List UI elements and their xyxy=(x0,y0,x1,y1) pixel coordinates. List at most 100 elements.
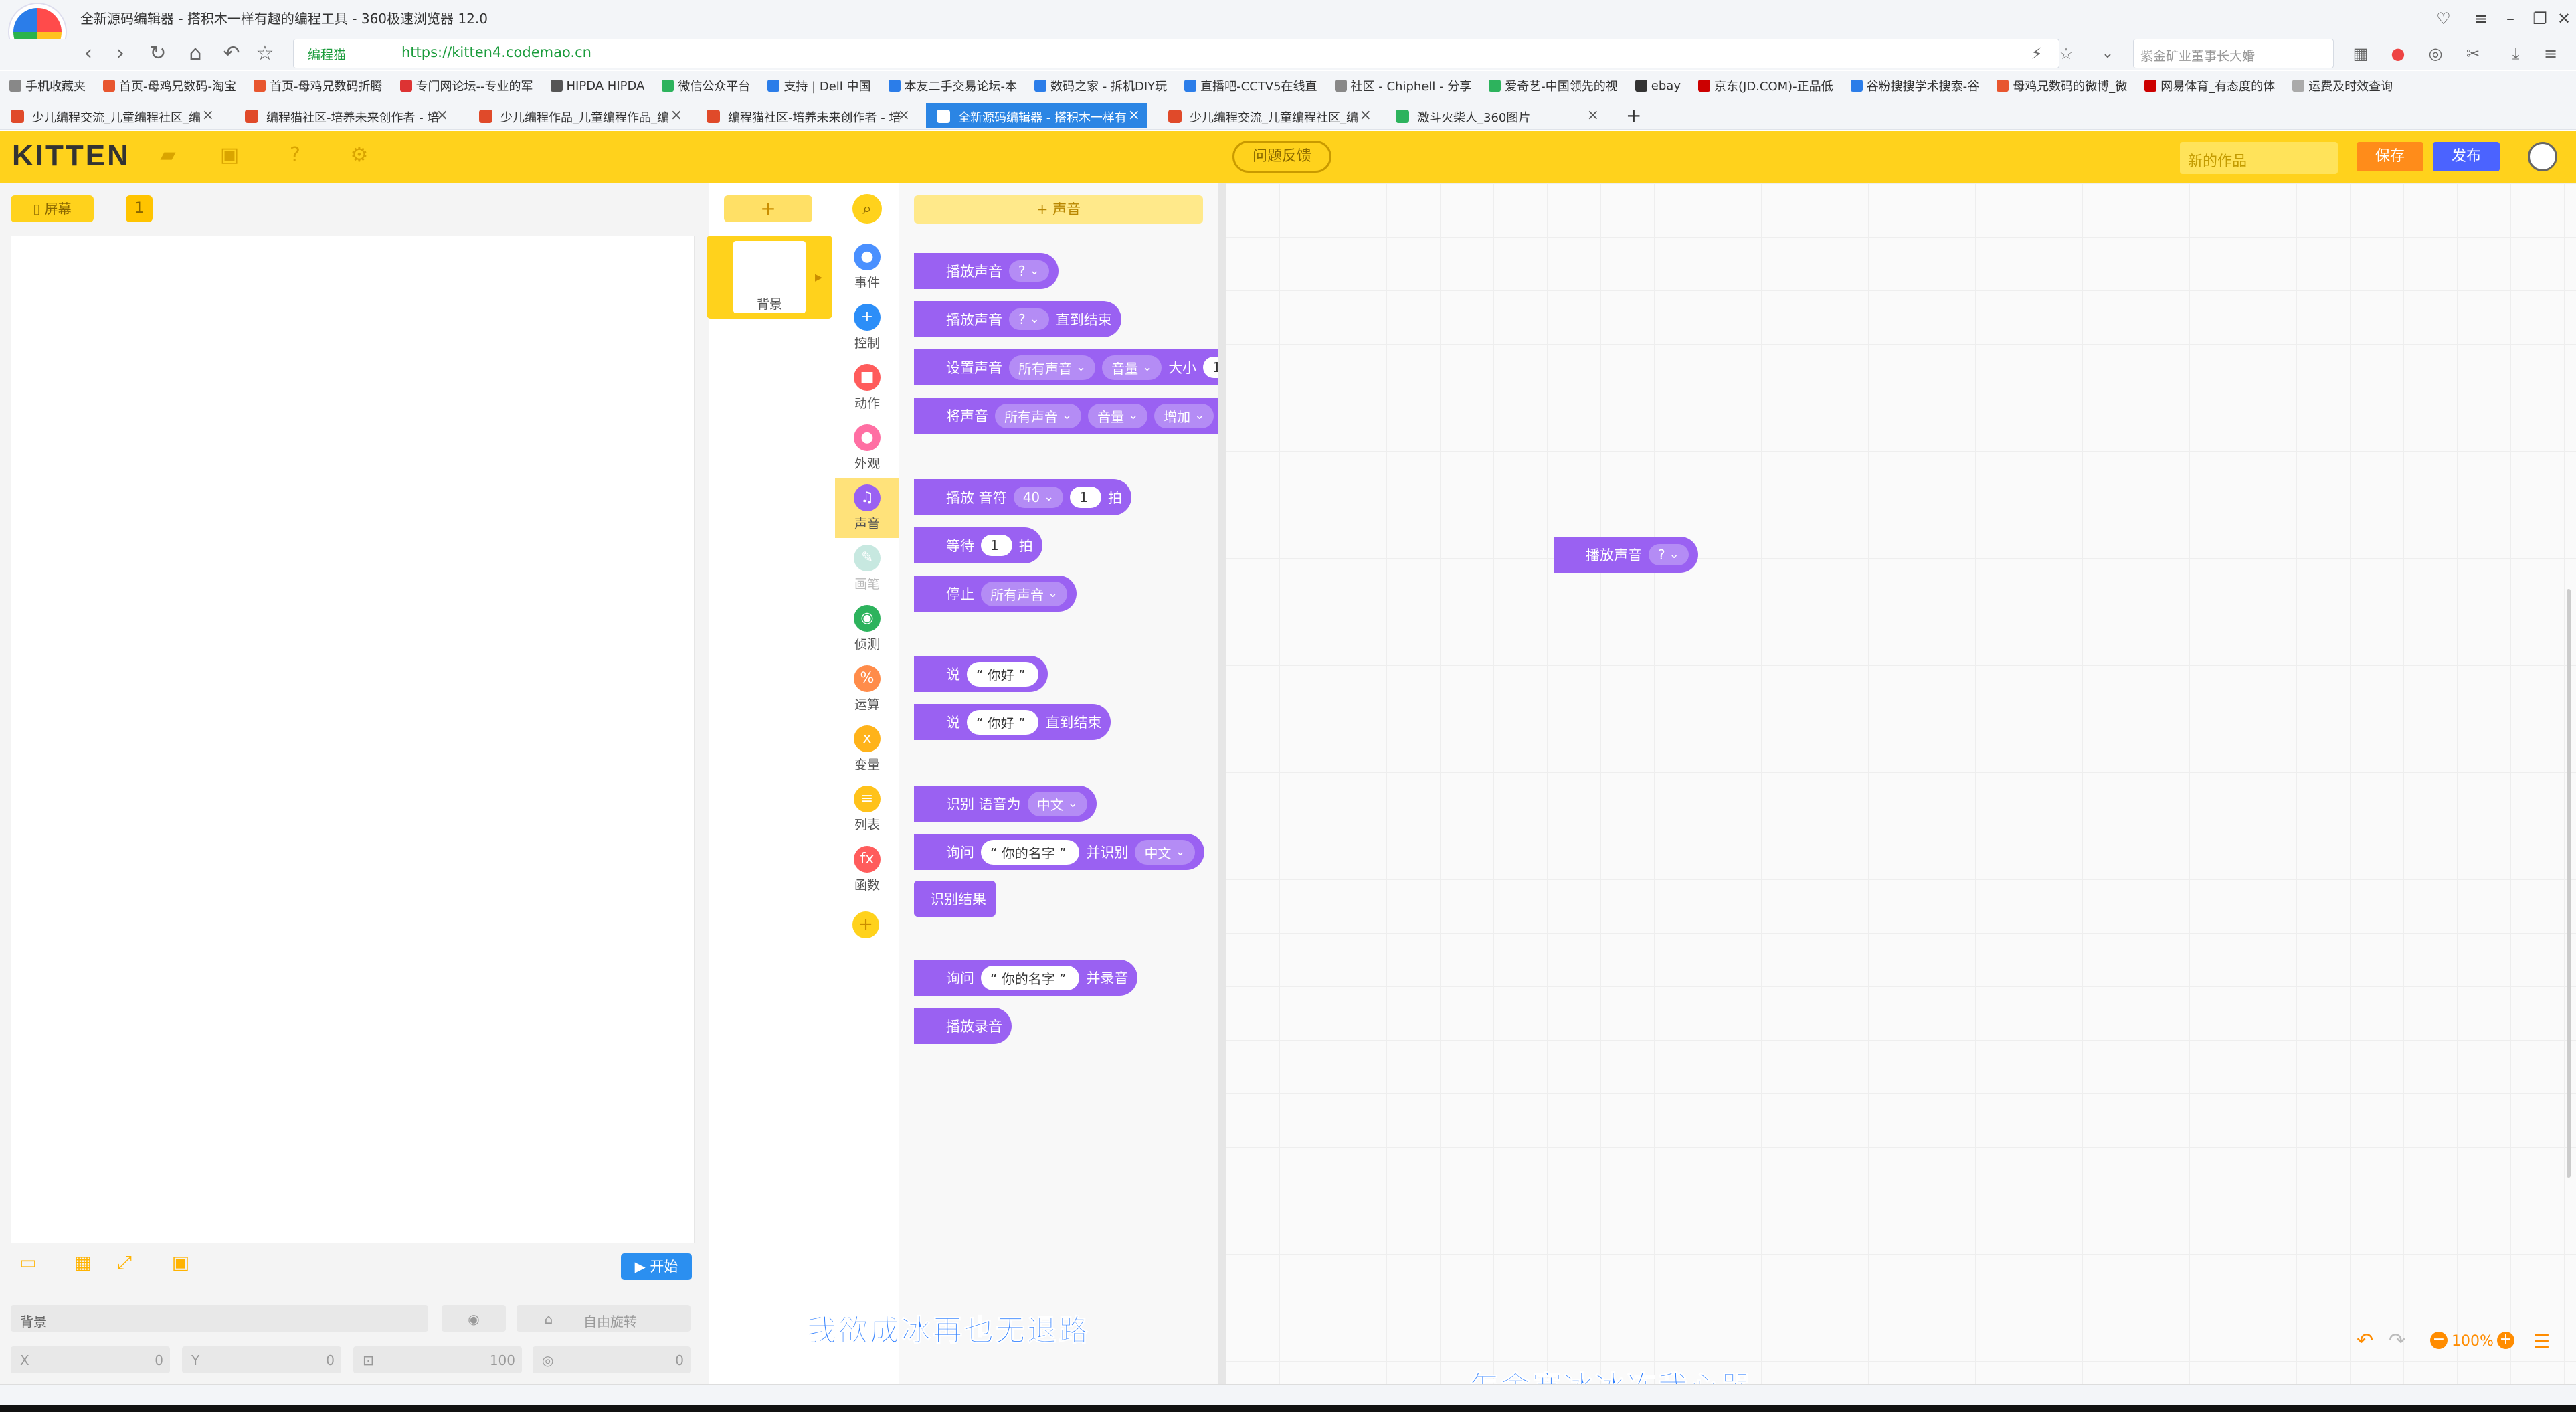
category-2[interactable]: ■ 动作 xyxy=(835,357,899,418)
tab-close-icon[interactable]: × xyxy=(202,107,214,124)
block-dropdown[interactable]: 40 xyxy=(1013,487,1064,508)
shirt-icon[interactable]: ♡ xyxy=(2430,7,2457,31)
bookmark-item[interactable]: 专门网论坛--专业的军 xyxy=(399,77,533,94)
screenshot-icon[interactable]: ▣ xyxy=(167,1251,194,1278)
palette-block[interactable]: 播放录音 xyxy=(914,1008,1012,1044)
screen-button[interactable]: ▯ 屏幕 xyxy=(11,195,94,222)
start-button[interactable]: ▶ 开始 xyxy=(621,1253,692,1280)
file-folder-icon[interactable]: ▰ xyxy=(151,143,185,173)
block-text-input[interactable]: “ 你的名字 ” xyxy=(981,965,1080,990)
help-icon[interactable]: ? xyxy=(278,143,312,173)
home-icon[interactable]: ⌂ xyxy=(182,40,209,67)
bookmark-item[interactable]: 谷粉搜搜学术搜索-谷 xyxy=(1850,77,1979,94)
palette-block[interactable]: 播放声音? 直到结束 xyxy=(914,301,1121,337)
fullscreen-icon[interactable]: ⤢ xyxy=(111,1251,138,1278)
workspace-scrollbar[interactable] xyxy=(2567,589,2571,1178)
stage-canvas[interactable] xyxy=(11,236,695,1243)
tab-close-icon[interactable]: × xyxy=(1360,107,1372,124)
block-text-input[interactable]: “ 你好 ” xyxy=(967,661,1039,687)
block-text-input[interactable]: “ 你好 ” xyxy=(967,709,1039,735)
scissors-icon[interactable]: ✂ xyxy=(2460,40,2486,67)
expand-arrow-icon[interactable]: ▸ xyxy=(815,269,822,286)
teaching-icon[interactable]: ▣ xyxy=(213,143,246,173)
save-button[interactable]: 保存 xyxy=(2357,142,2423,171)
bookmark-item[interactable]: 首页-母鸡兄数码-淘宝 xyxy=(103,77,236,94)
bookmark-item[interactable]: 本友二手交易论坛-本 xyxy=(888,77,1017,94)
block-search-icon[interactable]: ⌕ xyxy=(852,194,882,224)
lightning-icon[interactable]: ⚡ xyxy=(2023,40,2050,67)
translate-icon[interactable]: ◎ xyxy=(2422,40,2449,67)
download-icon[interactable]: ⤓ xyxy=(2502,40,2529,67)
bookmark-item[interactable]: 京东(JD.COM)-正品低 xyxy=(1697,77,1833,94)
block-dropdown[interactable]: 所有声音 xyxy=(995,403,1082,428)
rotate-mode-select[interactable]: 自由旋转 xyxy=(574,1305,691,1332)
palette-block[interactable]: 说 “ 你好 ” xyxy=(914,656,1048,692)
bookmark-item[interactable]: 社区 - Chiphell - 分享 xyxy=(1334,77,1471,94)
tab-close-icon[interactable]: × xyxy=(898,107,910,124)
url-text[interactable]: https://kitten4.codemao.cn xyxy=(401,44,591,60)
browser-tab[interactable]: 激斗火柴人_360图片 × xyxy=(1385,103,1606,128)
bookmark-item[interactable]: 首页-母鸡兄数码折腾 xyxy=(254,77,383,94)
game-icon[interactable]: ● xyxy=(2385,40,2411,67)
x-field[interactable]: X0 xyxy=(11,1346,170,1373)
bookmark-item[interactable]: ebay xyxy=(1635,79,1681,93)
y-field[interactable]: Y0 xyxy=(182,1346,341,1373)
redo-icon[interactable]: ↷ xyxy=(2389,1329,2405,1352)
workspace-block[interactable]: 播放声音? xyxy=(1554,537,1698,573)
browser-tab[interactable]: 少儿编程交流_儿童编程社区_编 × xyxy=(0,103,221,128)
back-icon[interactable]: ‹ xyxy=(75,40,102,67)
category-10[interactable]: fx 函数 xyxy=(835,839,899,899)
close-window-button[interactable]: ✕ xyxy=(2551,7,2576,31)
add-screen-icon[interactable]: ▭ xyxy=(15,1251,41,1278)
block-dropdown[interactable]: 增加 xyxy=(1154,403,1214,428)
palette-block[interactable]: 播放 音符 40 1拍 xyxy=(914,479,1131,515)
minimize-button[interactable]: – xyxy=(2497,7,2524,31)
forward-icon[interactable]: › xyxy=(107,40,134,67)
palette-block[interactable]: 等待 1 拍 xyxy=(914,527,1042,563)
add-sound-button[interactable]: + 声音 xyxy=(914,195,1203,224)
feedback-button[interactable]: 问题反馈 xyxy=(1232,141,1331,173)
category-9[interactable]: ≡ 列表 xyxy=(835,779,899,839)
tab-close-icon[interactable]: × xyxy=(670,107,682,124)
apps-icon[interactable]: ▦ xyxy=(2347,40,2374,67)
block-text-input[interactable]: “ 你的名字 ” xyxy=(981,839,1080,865)
palette-block[interactable]: 播放声音? xyxy=(914,253,1059,289)
dropdown-icon[interactable]: ⌄ xyxy=(2094,40,2121,67)
maximize-button[interactable]: ❐ xyxy=(2526,7,2553,31)
category-6[interactable]: ◉ 侦测 xyxy=(835,598,899,658)
category-0[interactable]: ● 事件 xyxy=(835,237,899,297)
block-dropdown[interactable]: 所有声音 xyxy=(1009,355,1096,380)
settings-gear-icon[interactable]: ⚙ xyxy=(343,143,376,173)
block-dropdown[interactable]: ? xyxy=(1009,308,1049,330)
category-1[interactable]: + 控制 xyxy=(835,297,899,357)
tab-close-icon[interactable]: × xyxy=(1587,107,1599,124)
block-dropdown[interactable]: 中文 xyxy=(1027,791,1087,816)
bookmark-item[interactable]: 爱奇艺-中国领先的视 xyxy=(1489,77,1618,94)
browser-tab[interactable]: 全新源码编辑器 - 搭积木一样有 × xyxy=(926,103,1147,128)
palette-block[interactable]: 识别 语音为 中文 xyxy=(914,786,1097,822)
block-number-input[interactable]: 1 xyxy=(981,535,1012,556)
palette-block[interactable]: 将声音所有声音音量增加 xyxy=(914,398,1249,434)
bookmark-item[interactable]: 运费及时效查询 xyxy=(2292,77,2393,94)
bookmark-item[interactable]: 网易体育_有态度的体 xyxy=(2144,77,2275,94)
category-4[interactable]: ♫ 声音 xyxy=(835,478,899,538)
work-name-input[interactable]: 新的作品 xyxy=(2180,142,2338,174)
palette-block[interactable]: 识别结果 xyxy=(914,881,996,917)
sprite-name-field[interactable]: 背景 xyxy=(11,1305,428,1332)
bookmark-star-icon[interactable]: ☆ xyxy=(2053,40,2080,67)
grid-icon[interactable]: ▦ xyxy=(70,1251,96,1278)
palette-block[interactable]: 说 “ 你好 ” 直到结束 xyxy=(914,704,1111,740)
block-dropdown[interactable]: ? xyxy=(1009,260,1049,282)
new-tab-button[interactable]: + xyxy=(1619,103,1641,128)
category-5[interactable]: ✎ 画笔 xyxy=(835,538,899,598)
add-extension-icon[interactable]: + xyxy=(852,911,879,938)
browser-tab[interactable]: 编程猫社区-培养未来创作者 - 培 × xyxy=(234,103,455,128)
block-dropdown[interactable]: 音量 xyxy=(1088,403,1148,428)
block-dropdown[interactable]: ? xyxy=(1649,544,1689,565)
category-8[interactable]: x 变量 xyxy=(835,719,899,779)
bookmark-item[interactable]: 数码之家 - 拆机DIY玩 xyxy=(1034,77,1167,94)
bookmark-item[interactable]: 支持 | Dell 中国 xyxy=(767,77,871,94)
block-dropdown[interactable]: 所有声音 xyxy=(981,581,1068,606)
undo-close-icon[interactable]: ↶ xyxy=(218,40,245,67)
undo-icon[interactable]: ↶ xyxy=(2357,1329,2373,1352)
